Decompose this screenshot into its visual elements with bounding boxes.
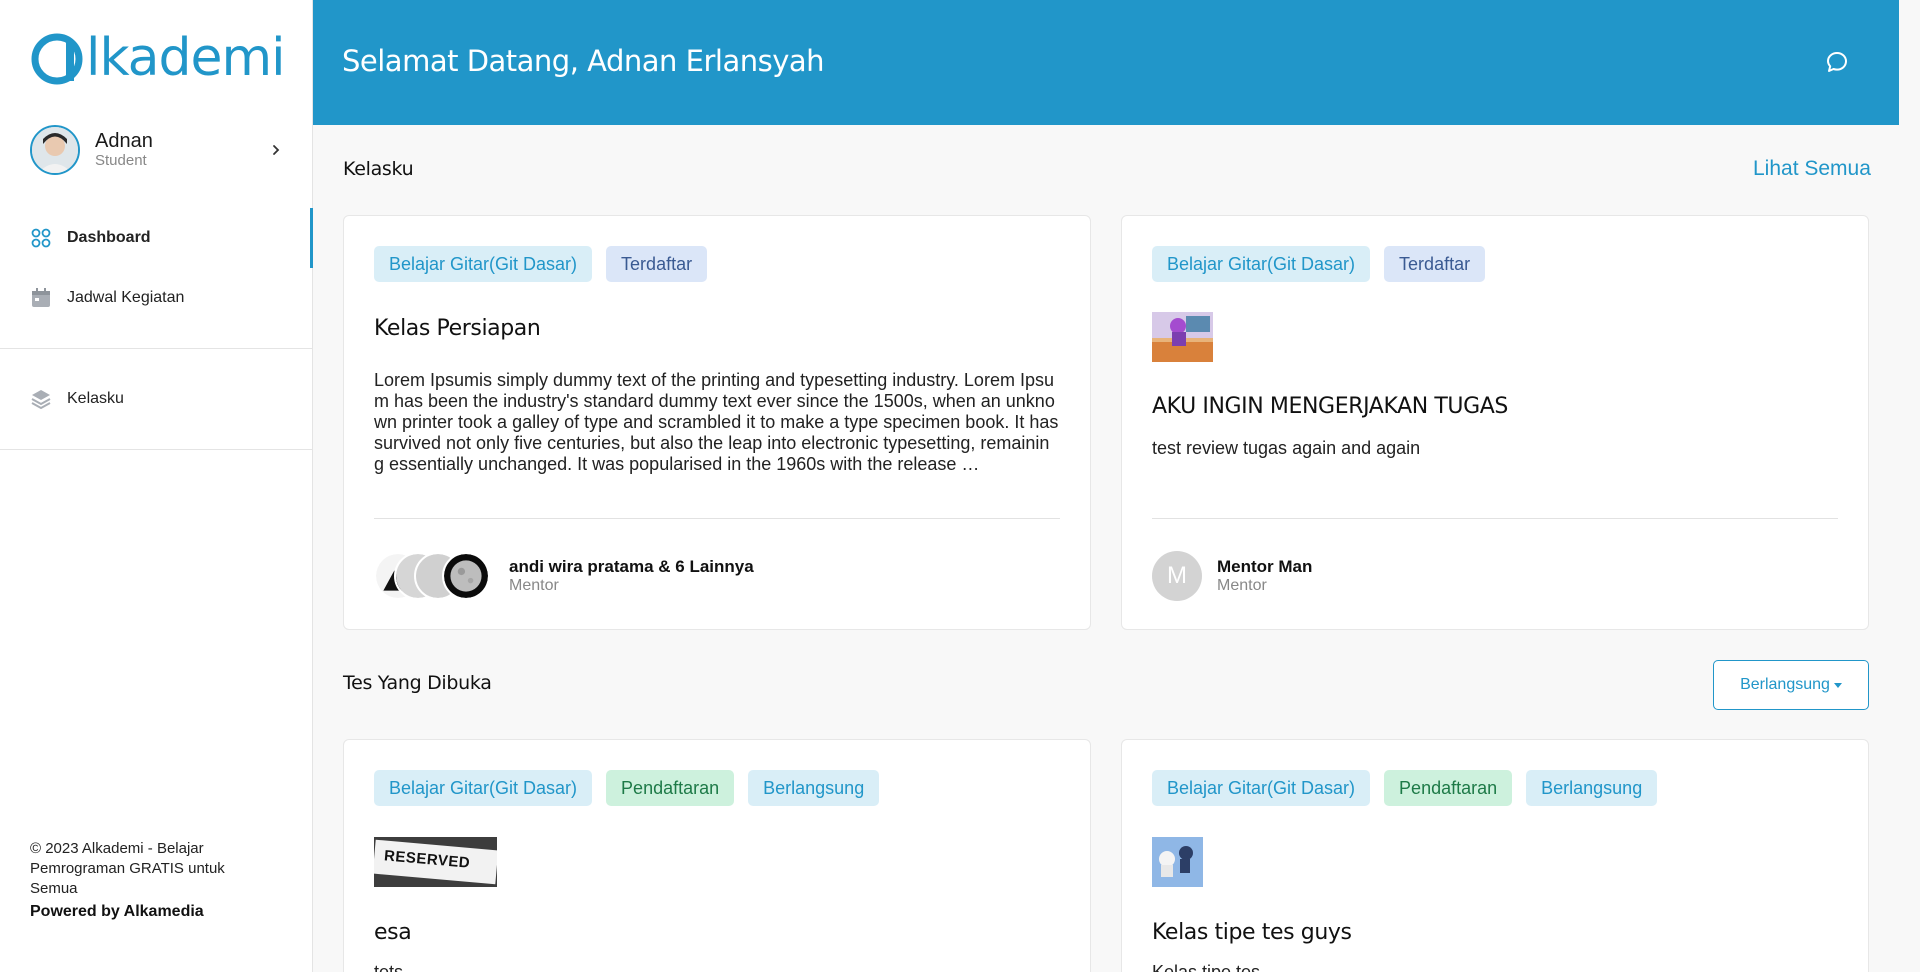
caret-down-icon bbox=[1833, 682, 1842, 688]
top-header: Selamat Datang, Adnan Erlansyah bbox=[313, 0, 1899, 125]
profile-role: Student bbox=[95, 152, 147, 169]
status-badge: Terdaftar bbox=[606, 246, 708, 282]
grid-icon bbox=[30, 227, 52, 249]
course-badge: Belajar Gitar(Git Dasar) bbox=[374, 770, 593, 806]
mentor-name: Mentor Man bbox=[1217, 557, 1313, 576]
mentor-avatar-stack bbox=[374, 550, 494, 602]
test-card[interactable]: Belajar Gitar(Git Dasar) Pendaftaran Ber… bbox=[1121, 739, 1869, 972]
avatar bbox=[30, 125, 80, 175]
mentor-avatar bbox=[442, 552, 490, 600]
logo-text: lkademi bbox=[86, 28, 286, 88]
card-divider bbox=[374, 518, 1060, 519]
status-badge: Berlangsung bbox=[748, 770, 880, 806]
badge-group: Belajar Gitar(Git Dasar) Pendaftaran Ber… bbox=[1152, 770, 1658, 806]
mentor-name: andi wira pratama & 6 Lainnya bbox=[509, 557, 754, 576]
mentor-role: Mentor bbox=[1217, 577, 1267, 594]
badge-group: Belajar Gitar(Git Dasar) Terdaftar bbox=[374, 246, 708, 282]
chevron-right-icon bbox=[273, 145, 280, 155]
section-title-kelasku: Kelasku bbox=[343, 158, 414, 180]
see-all-link[interactable]: Lihat Semua bbox=[1753, 157, 1871, 181]
footer-copyright: © 2023 Alkademi - Belajar Pemrograman GR… bbox=[30, 840, 225, 897]
class-card[interactable]: Belajar Gitar(Git Dasar) Terdaftar Kelas… bbox=[343, 215, 1091, 630]
card-title: esa bbox=[374, 920, 412, 945]
test-thumbnail: RESERVED bbox=[374, 837, 497, 887]
card-description: Kelas tipe tes bbox=[1152, 962, 1261, 972]
profile-name: Adnan bbox=[95, 130, 153, 152]
card-description: Lorem Ipsumis simply dummy text of the p… bbox=[374, 370, 1059, 474]
status-badge: Berlangsung bbox=[1526, 770, 1658, 806]
profile-card[interactable]: Adnan Student bbox=[30, 124, 285, 176]
sidebar-item-kelasku[interactable]: Kelasku bbox=[0, 369, 313, 429]
sidebar-item-jadwal-kegiatan[interactable]: Jadwal Kegiatan bbox=[0, 268, 313, 328]
card-description: test review tugas again and again bbox=[1152, 438, 1421, 458]
card-title: Kelas tipe tes guys bbox=[1152, 920, 1352, 945]
sidebar-footer: © 2023 Alkademi - Belajar Pemrograman GR… bbox=[30, 839, 260, 921]
status-filter-dropdown[interactable]: Berlangsung bbox=[1713, 660, 1869, 710]
section-title-tests: Tes Yang Dibuka bbox=[343, 672, 492, 694]
sidebar-item-dashboard[interactable]: Dashboard bbox=[0, 208, 313, 268]
card-title: Kelas Persiapan bbox=[374, 316, 541, 341]
registration-badge: Pendaftaran bbox=[606, 770, 735, 806]
app-root: lkademi Adnan Student Dashboard Jadwal K… bbox=[0, 0, 1920, 972]
test-thumbnail bbox=[1152, 837, 1203, 887]
filter-label: Berlangsung bbox=[1740, 676, 1830, 693]
alkademi-logo-mark bbox=[31, 33, 83, 85]
sidebar-item-label: Kelasku bbox=[67, 390, 124, 407]
logo[interactable]: lkademi bbox=[30, 28, 286, 88]
test-card[interactable]: Belajar Gitar(Git Dasar) Pendaftaran Ber… bbox=[343, 739, 1091, 972]
sidebar: lkademi Adnan Student Dashboard Jadwal K… bbox=[0, 0, 313, 972]
mentor-avatar: M bbox=[1152, 551, 1202, 601]
sidebar-item-label: Jadwal Kegiatan bbox=[67, 289, 185, 306]
nav-divider bbox=[0, 449, 313, 450]
footer-powered: Powered by Alkamedia bbox=[30, 903, 204, 920]
class-thumbnail bbox=[1152, 312, 1213, 362]
sidebar-item-label: Dashboard bbox=[67, 229, 151, 246]
badge-group: Belajar Gitar(Git Dasar) Terdaftar bbox=[1152, 246, 1486, 282]
status-badge: Terdaftar bbox=[1384, 246, 1486, 282]
mentor-role: Mentor bbox=[509, 577, 559, 594]
layers-icon bbox=[30, 388, 52, 410]
badge-group: Belajar Gitar(Git Dasar) Pendaftaran Ber… bbox=[374, 770, 880, 806]
registration-badge: Pendaftaran bbox=[1384, 770, 1513, 806]
nav-divider bbox=[0, 348, 313, 349]
card-divider bbox=[1152, 518, 1838, 519]
page-title: Selamat Datang, Adnan Erlansyah bbox=[342, 44, 825, 78]
course-badge: Belajar Gitar(Git Dasar) bbox=[1152, 770, 1371, 806]
course-badge: Belajar Gitar(Git Dasar) bbox=[374, 246, 593, 282]
class-card[interactable]: Belajar Gitar(Git Dasar) Terdaftar AKU I… bbox=[1121, 215, 1869, 630]
mentor-info: M Mentor Man Mentor bbox=[1152, 550, 1312, 602]
sidebar-nav: Dashboard Jadwal Kegiatan Kelasku bbox=[0, 208, 313, 470]
mentor-info: andi wira pratama & 6 Lainnya Mentor bbox=[374, 550, 754, 602]
card-description: tets bbox=[374, 962, 404, 972]
avatar-image bbox=[32, 127, 78, 173]
chat-icon[interactable] bbox=[1825, 50, 1849, 74]
course-badge: Belajar Gitar(Git Dasar) bbox=[1152, 246, 1371, 282]
calendar-icon bbox=[30, 287, 52, 309]
card-title: AKU INGIN MENGERJAKAN TUGAS bbox=[1152, 394, 1508, 419]
